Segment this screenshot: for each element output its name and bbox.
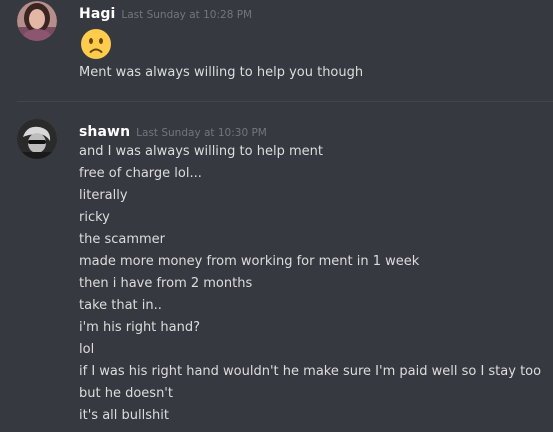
message-group-shawn: shawn Last Sunday at 10:30 PM and I was a…: [0, 0, 553, 432]
message-text: lol: [79, 342, 95, 357]
message-text: made more money from working for ment in…: [79, 254, 420, 269]
message-header: shawn Last Sunday at 10:30 PM: [79, 121, 267, 141]
chat-messages: Hagi Last Sunday at 10:28 PM Ment was alw…: [0, 0, 553, 432]
avatar[interactable]: [17, 119, 57, 159]
message-text: but he doesn't: [79, 386, 173, 401]
avatar-photo-shawn: [17, 119, 57, 159]
username[interactable]: shawn: [79, 124, 130, 140]
message-text: i'm his right hand?: [79, 320, 201, 335]
timestamp[interactable]: Last Sunday at 10:30 PM: [136, 127, 267, 139]
message-text: literally: [79, 188, 128, 203]
message-text: take that in..: [79, 298, 162, 313]
message-text: if I was his right hand wouldn't he make…: [79, 364, 542, 379]
message-text: ricky: [79, 210, 110, 225]
message-text: then i have from 2 months: [79, 276, 253, 291]
message-text: free of charge lol...: [79, 166, 202, 181]
message-text: and I was always willing to help ment: [79, 144, 323, 159]
message-text: the scammer: [79, 232, 166, 247]
message-text: it's all bullshit: [79, 408, 169, 423]
